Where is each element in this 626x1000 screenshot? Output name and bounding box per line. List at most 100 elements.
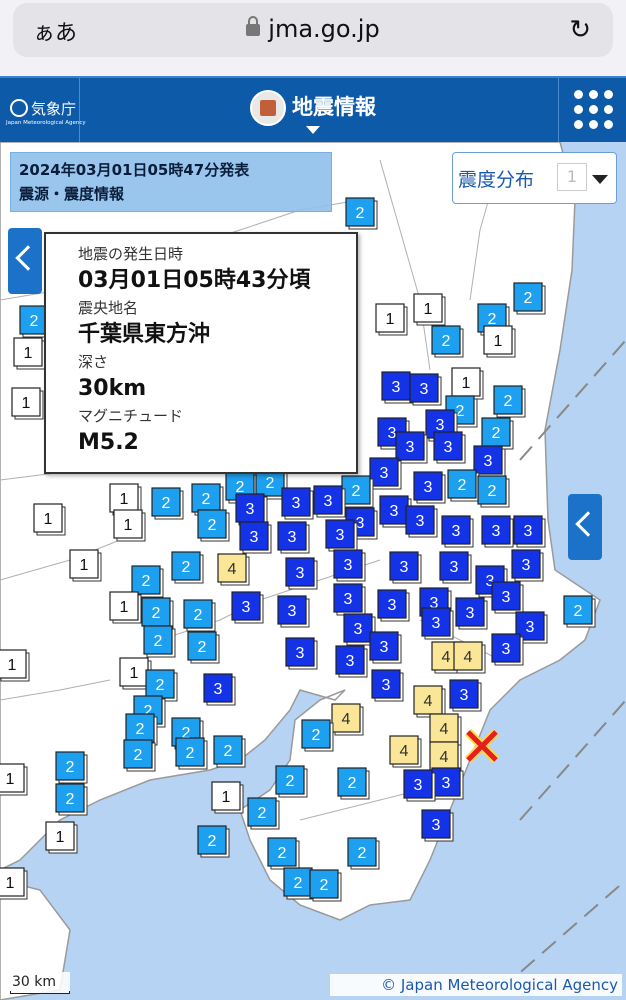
- intensity-marker[interactable]: 2: [477, 475, 510, 508]
- intensity-marker[interactable]: 3: [481, 515, 514, 548]
- intensity-marker[interactable]: 2: [275, 765, 308, 798]
- intensity-marker[interactable]: 3: [409, 373, 442, 406]
- intensity-marker[interactable]: 1: [109, 591, 142, 624]
- intensity-marker[interactable]: 2: [301, 719, 334, 752]
- intensity-marker[interactable]: 1: [69, 549, 102, 582]
- intensity-marker[interactable]: 3: [413, 471, 446, 504]
- intensity-marker[interactable]: 1: [413, 293, 446, 326]
- intensity-marker[interactable]: 3: [371, 669, 404, 702]
- distribution-select[interactable]: 震度分布 1: [452, 152, 617, 204]
- intensity-marker[interactable]: 2: [345, 197, 378, 230]
- intensity-marker[interactable]: 3: [431, 767, 464, 800]
- intensity-marker[interactable]: 2: [309, 869, 342, 902]
- intensity-marker[interactable]: 4: [453, 641, 486, 674]
- intensity-marker[interactable]: 3: [325, 519, 358, 552]
- intensity-marker[interactable]: 4: [217, 553, 250, 586]
- intensity-marker[interactable]: 2: [123, 739, 156, 772]
- intensity-marker[interactable]: 3: [433, 431, 466, 464]
- intensity-marker[interactable]: 2: [341, 475, 374, 508]
- intensity-marker[interactable]: 2: [141, 597, 174, 630]
- intensity-marker[interactable]: 4: [413, 685, 446, 718]
- intensity-marker[interactable]: 3: [369, 631, 402, 664]
- intensity-marker[interactable]: 3: [439, 551, 472, 584]
- intensity-marker[interactable]: 3: [389, 551, 422, 584]
- intensity-marker[interactable]: 3: [235, 493, 268, 526]
- intensity-marker[interactable]: 1: [0, 649, 30, 682]
- intensity-marker[interactable]: 3: [421, 607, 454, 640]
- intensity-marker[interactable]: 3: [333, 583, 366, 616]
- intensity-marker[interactable]: 2: [55, 783, 88, 816]
- intensity-marker[interactable]: 2: [197, 509, 230, 542]
- intensity-marker[interactable]: 1: [0, 867, 28, 900]
- page-title-selector[interactable]: 地震情報: [0, 90, 626, 126]
- intensity-marker[interactable]: 3: [277, 595, 310, 628]
- previous-panel-button[interactable]: [8, 228, 42, 294]
- url-display[interactable]: jma.go.jp: [13, 15, 613, 43]
- intensity-marker[interactable]: 2: [171, 551, 204, 584]
- intensity-marker[interactable]: 3: [239, 521, 272, 554]
- intensity-marker[interactable]: 3: [381, 371, 414, 404]
- intensity-marker[interactable]: 1: [11, 387, 44, 420]
- intensity-marker[interactable]: 3: [403, 769, 436, 802]
- intensity-marker[interactable]: 3: [333, 549, 366, 582]
- intensity-marker[interactable]: 3: [441, 515, 474, 548]
- intensity-marker[interactable]: 2: [563, 595, 596, 628]
- intensity-marker[interactable]: 3: [455, 597, 488, 630]
- intensity-marker[interactable]: 3: [377, 589, 410, 622]
- intensity-marker[interactable]: 3: [405, 505, 438, 538]
- intensity-marker[interactable]: 1: [451, 367, 484, 400]
- intensity-marker[interactable]: 2: [447, 469, 480, 502]
- intensity-marker[interactable]: 2: [337, 767, 370, 800]
- next-panel-button[interactable]: [568, 494, 602, 560]
- menu-button[interactable]: [558, 78, 626, 142]
- intensity-marker[interactable]: 4: [429, 713, 462, 746]
- intensity-marker[interactable]: 3: [285, 637, 318, 670]
- intensity-marker[interactable]: 2: [187, 631, 220, 664]
- intensity-marker[interactable]: 2: [197, 825, 230, 858]
- intensity-marker[interactable]: 2: [267, 837, 300, 870]
- intensity-marker[interactable]: 3: [277, 521, 310, 554]
- intensity-marker[interactable]: 3: [335, 645, 368, 678]
- intensity-marker[interactable]: 2: [55, 751, 88, 784]
- intensity-marker[interactable]: 1: [33, 503, 66, 536]
- intensity-marker[interactable]: 3: [231, 591, 264, 624]
- intensity-marker[interactable]: 2: [481, 417, 514, 450]
- intensity-marker[interactable]: 4: [331, 703, 364, 736]
- intensity-marker[interactable]: 3: [203, 673, 236, 706]
- intensity-marker[interactable]: 3: [491, 581, 524, 614]
- intensity-marker[interactable]: 1: [375, 303, 408, 336]
- intensity-marker[interactable]: 3: [513, 515, 546, 548]
- intensity-marker[interactable]: 2: [183, 599, 216, 632]
- intensity-marker[interactable]: 2: [513, 282, 546, 315]
- intensity-marker[interactable]: 1: [0, 763, 28, 796]
- svg-text:1: 1: [6, 771, 15, 788]
- intensity-marker[interactable]: 2: [151, 487, 184, 520]
- intensity-marker[interactable]: 2: [493, 385, 526, 418]
- intensity-marker[interactable]: 1: [211, 781, 244, 814]
- intensity-marker[interactable]: 4: [389, 735, 422, 768]
- intensity-marker[interactable]: 2: [143, 625, 176, 658]
- intensity-marker[interactable]: 3: [281, 487, 314, 520]
- url-field[interactable]: ぁあ jma.go.jp ↻: [13, 3, 613, 57]
- intensity-marker[interactable]: 2: [175, 737, 208, 770]
- intensity-marker[interactable]: 3: [285, 557, 318, 590]
- intensity-marker[interactable]: 3: [449, 679, 482, 712]
- intensity-marker[interactable]: 1: [113, 509, 146, 542]
- intensity-marker[interactable]: 3: [421, 809, 454, 842]
- intensity-marker[interactable]: 3: [511, 549, 544, 582]
- intensity-marker[interactable]: 2: [347, 837, 380, 870]
- intensity-marker[interactable]: 1: [45, 821, 78, 854]
- intensity-marker[interactable]: 3: [491, 633, 524, 666]
- intensity-marker[interactable]: 3: [313, 485, 346, 518]
- intensity-marker[interactable]: 1: [483, 325, 516, 358]
- intensity-marker[interactable]: 2: [247, 797, 280, 830]
- intensity-marker[interactable]: 3: [473, 445, 506, 478]
- intensity-marker[interactable]: 2: [213, 735, 246, 768]
- intensity-marker[interactable]: 3: [369, 457, 402, 490]
- reload-icon[interactable]: ↻: [569, 15, 591, 45]
- svg-text:4: 4: [440, 721, 449, 738]
- chevron-down-icon[interactable]: [306, 126, 320, 134]
- intensity-marker[interactable]: 3: [395, 431, 428, 464]
- intensity-marker[interactable]: 1: [13, 337, 46, 370]
- intensity-marker[interactable]: 2: [431, 325, 464, 358]
